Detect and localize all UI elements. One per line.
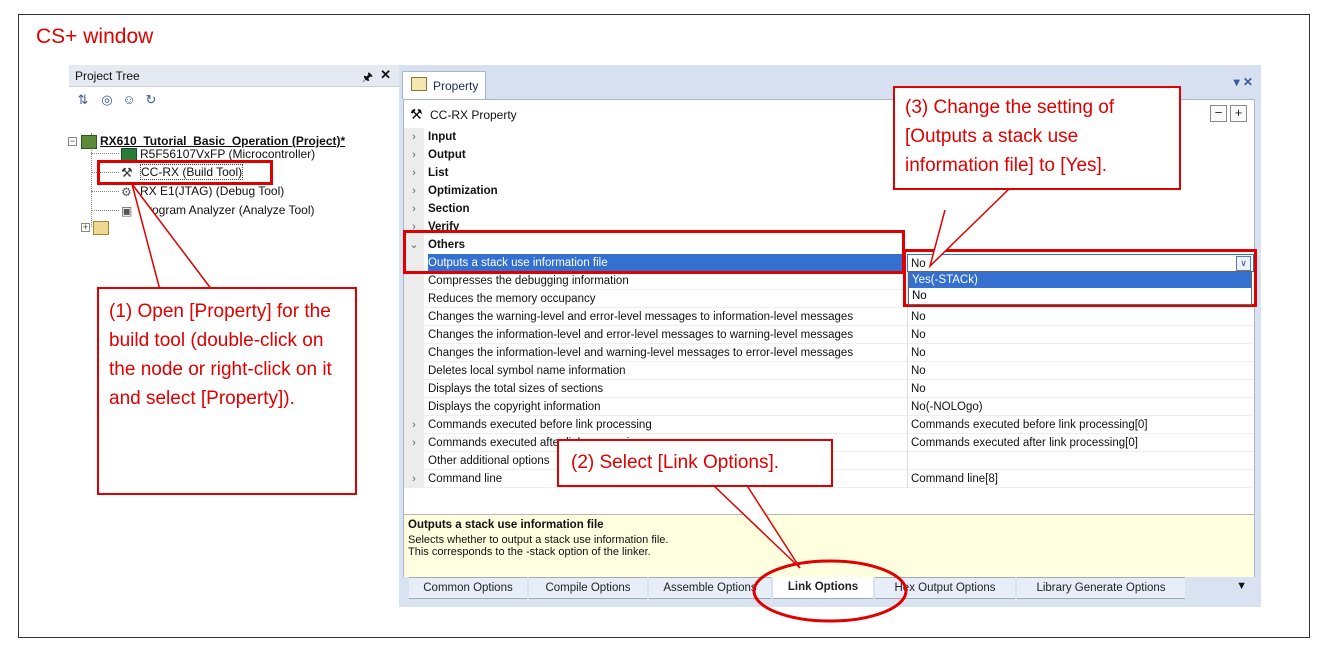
window-controls[interactable]: ▾ ✕ [1234, 75, 1253, 89]
annotation-note-2: (2) Select [Link Options]. [557, 439, 833, 487]
tab-link-options[interactable]: Link Options [773, 577, 873, 599]
tree-item-label: R5F56107VxFP (Microcontroller) [140, 147, 316, 161]
user-icon[interactable]: ☺ [121, 92, 137, 108]
row-gutter [404, 308, 424, 326]
property-value: No(-NOLOgo) [907, 398, 1254, 416]
description-title: Outputs a stack use information file [408, 519, 604, 531]
tab-hex-output-options[interactable]: Hex Output Options [875, 577, 1015, 599]
property-value: Commands executed before link processing… [907, 416, 1254, 434]
properties-icon[interactable]: ◎ [99, 92, 115, 108]
tab-library-generate-options[interactable]: Library Generate Options [1017, 577, 1185, 599]
expand-all-button[interactable]: + [1230, 105, 1247, 122]
property-row[interactable]: Displays the copyright information No(-NO… [404, 398, 1254, 416]
tree-connector [91, 153, 119, 154]
chevron-right-icon[interactable]: › [404, 164, 424, 182]
chevron-right-icon[interactable]: › [404, 146, 424, 164]
property-value: No [907, 344, 1254, 362]
row-gutter [404, 452, 424, 470]
chevron-right-icon[interactable]: › [404, 416, 424, 434]
dropdown-option-no[interactable]: No [909, 288, 1251, 304]
category-row[interactable]: › Section [404, 200, 1254, 218]
tree-connector [91, 210, 119, 211]
highlight-others-row [403, 230, 905, 274]
highlight-build-tool [97, 160, 273, 185]
property-value: Commands executed after link processing[… [907, 434, 1254, 452]
tree-item-label: Program Analyzer (Analyze Tool) [140, 203, 315, 217]
chevron-right-icon[interactable]: › [404, 200, 424, 218]
property-row[interactable]: Deletes local symbol name information No [404, 362, 1254, 380]
row-gutter [404, 326, 424, 344]
collapse-toggle[interactable]: − [68, 137, 77, 146]
property-value: No [907, 326, 1254, 344]
close-icon[interactable]: ✕ [380, 67, 391, 83]
row-gutter [404, 380, 424, 398]
tab-common-options[interactable]: Common Options [409, 577, 527, 599]
project-icon [81, 134, 97, 149]
tab-compile-options[interactable]: Compile Options [529, 577, 647, 599]
row-gutter [404, 290, 424, 308]
expand-toggle[interactable]: + [81, 223, 90, 232]
row-gutter [404, 398, 424, 416]
figure-caption: CS+ window [36, 25, 154, 48]
sort-icon[interactable]: ⇅ [75, 92, 91, 108]
chevron-right-icon[interactable]: › [404, 128, 424, 146]
property-row[interactable]: Changes the information-level and error-… [404, 326, 1254, 344]
collapse-all-button[interactable]: − [1210, 105, 1227, 122]
tree-item-label: RX E1(JTAG) (Debug Tool) [140, 184, 285, 198]
tree-connector [91, 191, 119, 192]
description-line: Selects whether to output a stack use in… [408, 534, 669, 546]
project-tree-title: Project Tree [75, 69, 140, 83]
folder-icon [93, 221, 109, 235]
description-line: This corresponds to the -stack option of… [408, 546, 651, 558]
row-gutter [404, 362, 424, 380]
tab-property-label: Property [433, 79, 479, 93]
row-gutter [404, 344, 424, 362]
debug-icon: ⚙ [121, 184, 132, 199]
annotation-note-1: (1) Open [Property] for the build tool (… [97, 287, 357, 495]
description-panel: Outputs a stack use information file Sel… [404, 514, 1254, 577]
property-row[interactable]: › Commands executed before link processin… [404, 416, 1254, 434]
property-row[interactable]: Changes the information-level and warnin… [404, 344, 1254, 362]
row-gutter [404, 272, 424, 290]
project-tree-header: Project Tree 🖈 ✕ [69, 65, 399, 87]
property-value: No [907, 380, 1254, 398]
value-dropdown-list: Yes(-STACk) No [908, 271, 1252, 305]
tab-property[interactable]: Property [402, 71, 486, 99]
hammer-icon: ⚒ [410, 106, 423, 122]
property-icon [411, 77, 427, 91]
property-value: No [907, 308, 1254, 326]
project-tree-toolbar: ⇅ ◎ ☺ ↻ [69, 88, 399, 114]
property-value [907, 452, 1254, 470]
property-value: Command line[8] [907, 470, 1254, 488]
chevron-right-icon[interactable]: › [404, 434, 424, 452]
property-row[interactable]: Displays the total sizes of sections No [404, 380, 1254, 398]
chevron-right-icon[interactable]: › [404, 470, 424, 488]
tab-assemble-options[interactable]: Assemble Options [649, 577, 771, 599]
property-row[interactable]: Changes the warning-level and error-leve… [404, 308, 1254, 326]
property-header-label: CC-RX Property [430, 108, 517, 122]
tree-item-analyze-tool[interactable]: ▣ Program Analyzer (Analyze Tool) [121, 201, 315, 219]
annotation-note-3: (3) Change the setting of [Outputs a sta… [893, 86, 1181, 190]
bottom-tabs: Common Options Compile Options Assemble … [403, 577, 1255, 601]
refresh-icon[interactable]: ↻ [143, 92, 159, 108]
dropdown-option-yes[interactable]: Yes(-STACk) [909, 272, 1251, 288]
tab-overflow-icon[interactable]: ▼ [1236, 580, 1247, 592]
analyzer-icon: ▣ [121, 203, 133, 218]
pin-icon[interactable]: 🖈 [362, 68, 373, 89]
property-value: No [907, 362, 1254, 380]
chevron-right-icon[interactable]: › [404, 182, 424, 200]
